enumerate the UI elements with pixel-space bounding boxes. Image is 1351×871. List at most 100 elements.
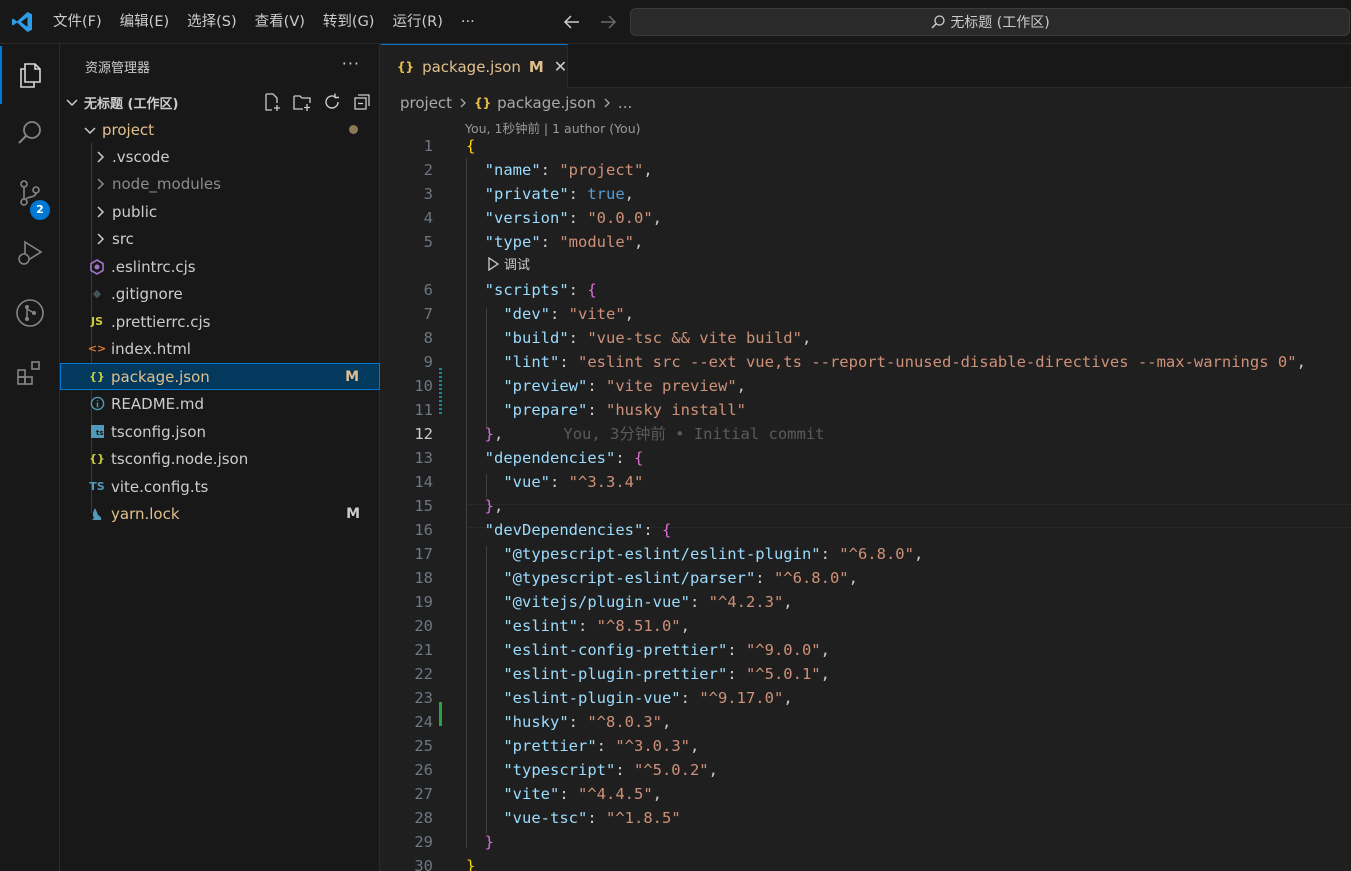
menu-go[interactable]: 转到(G): [314, 8, 384, 36]
code-line[interactable]: 13 "dependencies": {: [381, 446, 1351, 470]
workspace-header[interactable]: 无标题 (工作区): [60, 88, 380, 116]
search-icon: [18, 121, 41, 144]
code-line[interactable]: 3 "private": true,: [381, 182, 1351, 206]
run-debug-activity[interactable]: [0, 224, 60, 282]
tree-folder-project[interactable]: project: [60, 116, 380, 143]
tree-file-tsconfig[interactable]: ts tsconfig.json: [60, 418, 380, 445]
line-number: 15: [414, 497, 433, 515]
code-line[interactable]: 10 "preview": "vite preview",: [381, 374, 1351, 398]
tree-file-prettierrc[interactable]: JS .prettierrc.cjs: [60, 308, 380, 335]
tree-file-gitignore[interactable]: ◆ .gitignore: [60, 280, 380, 307]
code-line[interactable]: 25 "prettier": "^3.0.3",: [381, 734, 1351, 758]
menu-run[interactable]: 运行(R): [383, 8, 451, 36]
close-icon[interactable]: ✕: [554, 57, 567, 76]
code-line[interactable]: 23 "eslint-plugin-vue": "^9.17.0",: [381, 686, 1351, 710]
code-line[interactable]: 4 "version": "0.0.0",: [381, 206, 1351, 230]
run-debug-icon: [18, 240, 43, 265]
explorer-activity[interactable]: [0, 46, 60, 104]
modified-flag: M: [346, 505, 360, 522]
source-control-activity[interactable]: 2: [0, 164, 60, 222]
code-line[interactable]: 24 "husky": "^8.0.3",: [381, 710, 1351, 734]
tree-file-package-json[interactable]: {} package.json M: [60, 363, 380, 390]
git-graph-activity[interactable]: [0, 284, 60, 342]
eslint-icon: [88, 258, 106, 276]
json-icon: {}: [89, 370, 105, 383]
code-line[interactable]: 14 "vue": "^3.3.4": [381, 470, 1351, 494]
tree-file-eslintrc[interactable]: .eslintrc.cjs: [60, 253, 380, 280]
tree-file-yarn-lock[interactable]: yarn.lock M: [60, 500, 380, 527]
debug-label: 调试: [504, 258, 531, 273]
code-line[interactable]: 22 "eslint-plugin-prettier": "^5.0.1",: [381, 662, 1351, 686]
code-text: "@typescript-eslint/eslint-plugin": "^6.…: [503, 545, 924, 563]
tree-file-vite-config[interactable]: TS vite.config.ts: [60, 473, 380, 500]
code-line[interactable]: 1{: [381, 134, 1351, 158]
breadcrumb-item[interactable]: project: [400, 94, 452, 112]
code-line[interactable]: 28 "vue-tsc": "^1.8.5": [381, 806, 1351, 830]
line-number: 17: [414, 545, 433, 563]
code-line[interactable]: 2 "name": "project",: [381, 158, 1351, 182]
code-line[interactable]: 26 "typescript": "^5.0.2",: [381, 758, 1351, 782]
debug-codelens[interactable]: 调试: [487, 254, 530, 273]
line-number: 18: [414, 569, 433, 587]
line-number: 5: [423, 233, 433, 251]
line-number: 22: [414, 665, 433, 683]
new-folder-icon[interactable]: [292, 92, 312, 112]
code-line[interactable]: 9 "lint": "eslint src --ext vue,ts --rep…: [381, 350, 1351, 374]
tree-file-readme[interactable]: README.md: [60, 390, 380, 417]
tree-folder-node-modules[interactable]: node_modules: [60, 170, 380, 197]
menu-file[interactable]: 文件(F): [44, 8, 111, 36]
tree-file-index-html[interactable]: <> index.html: [60, 335, 380, 362]
code-line[interactable]: 29 }: [381, 830, 1351, 854]
javascript-icon: JS: [90, 315, 103, 328]
editor-tabs: {} package.json M ✕: [381, 44, 1351, 88]
tree-file-tsconfig-node[interactable]: {} tsconfig.node.json: [60, 445, 380, 472]
code-line[interactable]: 8 "build": "vue-tsc && vite build",: [381, 326, 1351, 350]
breadcrumb: project {} package.json ...: [400, 92, 632, 114]
tsconfig-icon: ts: [88, 423, 106, 441]
tree-folder-src[interactable]: src: [60, 225, 380, 252]
tree-folder-public[interactable]: public: [60, 198, 380, 225]
code-line[interactable]: 6 "scripts": {: [381, 278, 1351, 302]
extensions-activity[interactable]: [0, 344, 60, 402]
back-arrow-icon[interactable]: [560, 10, 584, 34]
tab-package-json[interactable]: {} package.json M ✕: [381, 44, 568, 88]
refresh-icon[interactable]: [322, 92, 342, 112]
code-line[interactable]: 12 }, You, 3分钟前 • Initial commit: [381, 422, 1351, 446]
tree-label: yarn.lock: [111, 504, 180, 523]
forward-arrow-icon[interactable]: [596, 10, 620, 34]
code-line[interactable]: 30}: [381, 854, 1351, 871]
code-line[interactable]: 27 "vite": "^4.4.5",: [381, 782, 1351, 806]
code-line[interactable]: 17 "@typescript-eslint/eslint-plugin": "…: [381, 542, 1351, 566]
collapse-all-icon[interactable]: [352, 92, 372, 112]
explorer-sidebar: 资源管理器 ··· 无标题 (工作区) project .vscode node…: [60, 44, 380, 871]
line-number: 25: [414, 737, 433, 755]
tree-folder-vscode[interactable]: .vscode: [60, 143, 380, 170]
code-text: "husky": "^8.0.3",: [503, 713, 672, 731]
line-number: 8: [423, 329, 433, 347]
breadcrumb-item[interactable]: ...: [618, 94, 632, 112]
code-line[interactable]: 5 "type": "module",: [381, 230, 1351, 254]
tree-label: README.md: [111, 394, 205, 413]
search-activity[interactable]: [0, 104, 60, 162]
command-center[interactable]: 无标题 (工作区): [630, 8, 1350, 36]
code-line[interactable]: 21 "eslint-config-prettier": "^9.0.0",: [381, 638, 1351, 662]
new-file-icon[interactable]: [262, 92, 282, 112]
code-line[interactable]: 7 "dev": "vite",: [381, 302, 1351, 326]
code-text: "vue": "^3.3.4": [503, 473, 644, 491]
breadcrumb-item[interactable]: package.json: [497, 94, 596, 112]
code-text: "type": "module",: [484, 233, 644, 251]
menu-view[interactable]: 查看(V): [246, 8, 314, 36]
code-line[interactable]: 18 "@typescript-eslint/parser": "^6.8.0"…: [381, 566, 1351, 590]
code-line[interactable]: 16 "devDependencies": {: [381, 518, 1351, 542]
code-line[interactable]: 19 "@vitejs/plugin-vue": "^4.2.3",: [381, 590, 1351, 614]
more-actions-icon[interactable]: ···: [342, 54, 360, 73]
code-line[interactable]: 15 },: [381, 494, 1351, 518]
tree-label: vite.config.ts: [111, 477, 209, 496]
line-number: 9: [423, 353, 433, 371]
menu-more[interactable]: ···: [452, 8, 484, 36]
code-line[interactable]: 20 "eslint": "^8.51.0",: [381, 614, 1351, 638]
code-line[interactable]: 11 "prepare": "husky install": [381, 398, 1351, 422]
files-icon: [20, 63, 41, 88]
menu-selection[interactable]: 选择(S): [178, 8, 246, 36]
menu-edit[interactable]: 编辑(E): [111, 8, 178, 36]
